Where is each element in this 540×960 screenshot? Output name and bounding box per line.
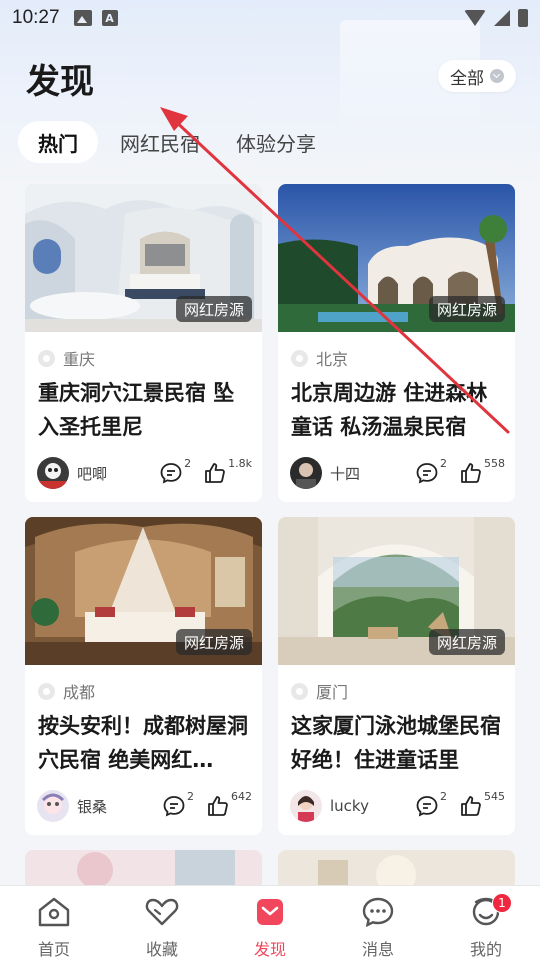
location-icon	[291, 349, 308, 367]
comment-count: 2	[184, 457, 192, 470]
tab-discover[interactable]: 发现	[216, 886, 324, 960]
tab-label: 首页	[37, 940, 70, 959]
like-button[interactable]: 545	[459, 790, 505, 818]
filter-label: 全部	[450, 68, 484, 89]
post-card-partial[interactable]	[25, 850, 262, 890]
notification-badge: 1	[492, 893, 512, 913]
post-title: 这家厦门泳池城堡民宿好绝！住进童话里	[291, 714, 501, 772]
tab-experience-share[interactable]: 体验分享	[218, 121, 334, 163]
post-card-partial[interactable]	[278, 850, 515, 890]
tab-label: 我的	[469, 940, 502, 959]
author-name[interactable]: 银桑	[77, 796, 150, 817]
avatar[interactable]	[37, 790, 69, 822]
comment-count: 2	[187, 790, 194, 803]
filter-dropdown[interactable]: 全部	[438, 60, 516, 92]
home-icon	[36, 896, 72, 932]
tab-home[interactable]: 首页	[0, 886, 108, 960]
location-icon	[38, 349, 55, 367]
signal-icon	[494, 10, 510, 26]
like-count: 1.8k	[228, 457, 252, 470]
heart-icon	[144, 896, 180, 932]
post-location: 成都	[63, 683, 96, 702]
hot-listing-badge: 网红房源	[428, 296, 505, 322]
discover-icon	[252, 896, 288, 932]
comment-count: 2	[440, 790, 447, 803]
battery-icon	[518, 9, 528, 27]
thumbs-up-icon	[459, 461, 483, 485]
location-icon	[291, 682, 308, 700]
a-notification-icon: A	[101, 10, 118, 26]
tab-label: 发现	[253, 940, 286, 959]
post-card[interactable]: 网红房源 厦门 这家厦门泳池城堡民宿好绝！住进童话里 lucky 2 545	[278, 517, 515, 835]
like-button[interactable]: 558	[459, 457, 505, 485]
post-location: 重庆	[63, 350, 96, 369]
comment-button[interactable]: 2	[415, 457, 447, 485]
comment-count: 2	[440, 457, 447, 470]
post-title: 重庆洞穴江景民宿 坠入圣托里尼	[38, 381, 235, 439]
post-card[interactable]: 网红房源 成都 按头安利！成都树屋洞穴民宿 绝美网红… 银桑 2 642	[25, 517, 262, 835]
tab-label: 收藏	[145, 940, 178, 959]
hot-listing-badge: 网红房源	[175, 296, 252, 322]
like-count: 545	[484, 790, 505, 803]
post-location: 厦门	[316, 683, 349, 702]
post-image: 网红房源	[278, 517, 515, 665]
post-image: 网红房源	[25, 517, 262, 665]
post-card[interactable]: 网红房源 重庆 重庆洞穴江景民宿 坠入圣托里尼 吧唧 2 1.8k	[25, 184, 262, 502]
comment-icon	[159, 461, 183, 485]
post-title: 北京周边游 住进森林童话 私汤温泉民宿	[291, 381, 488, 439]
status-time: 10:27	[12, 7, 60, 28]
image-notification-icon	[73, 10, 92, 26]
chevron-down-icon	[490, 69, 504, 83]
avatar[interactable]	[290, 790, 322, 822]
like-count: 642	[231, 790, 252, 803]
tab-profile[interactable]: 我的 1	[432, 886, 540, 960]
thumbs-up-icon	[206, 794, 230, 818]
wifi-icon	[464, 10, 486, 26]
tab-hot[interactable]: 热门	[18, 121, 98, 163]
hot-listing-badge: 网红房源	[175, 629, 252, 655]
thumbs-up-icon	[459, 794, 483, 818]
comment-icon	[415, 794, 439, 818]
tab-messages[interactable]: 消息	[324, 886, 432, 960]
comment-icon	[162, 794, 186, 818]
post-card[interactable]: 网红房源 北京 北京周边游 住进森林童话 私汤温泉民宿 十四 2 558	[278, 184, 515, 502]
bottom-tab-bar: 首页 收藏 发现 消息 我的 1	[0, 885, 540, 960]
page-title: 发现	[26, 62, 94, 102]
like-button[interactable]: 1.8k	[203, 457, 252, 485]
thumbs-up-icon	[203, 461, 227, 485]
post-title: 按头安利！成都树屋洞穴民宿 绝美网红…	[38, 714, 248, 772]
tab-internet-famous-homestay[interactable]: 网红民宿	[102, 121, 218, 163]
comment-icon	[415, 461, 439, 485]
avatar[interactable]	[37, 457, 69, 489]
post-image: 网红房源	[25, 184, 262, 332]
tab-label: 消息	[361, 940, 394, 959]
comment-button[interactable]: 2	[415, 790, 447, 818]
author-name[interactable]: lucky	[330, 797, 403, 815]
message-icon	[360, 896, 396, 932]
post-location: 北京	[316, 350, 349, 369]
category-tabs: 热门 网红民宿 体验分享	[18, 121, 334, 163]
status-bar: 10:27 A	[0, 0, 540, 36]
post-image: 网红房源	[278, 184, 515, 332]
author-name[interactable]: 十四	[330, 463, 403, 484]
hot-listing-badge: 网红房源	[428, 629, 505, 655]
avatar[interactable]	[290, 457, 322, 489]
comment-button[interactable]: 2	[159, 457, 191, 485]
like-button[interactable]: 642	[206, 790, 252, 818]
tab-favorites[interactable]: 收藏	[108, 886, 216, 960]
like-count: 558	[484, 457, 505, 470]
location-icon	[38, 682, 55, 700]
author-name[interactable]: 吧唧	[77, 463, 147, 484]
comment-button[interactable]: 2	[162, 790, 194, 818]
